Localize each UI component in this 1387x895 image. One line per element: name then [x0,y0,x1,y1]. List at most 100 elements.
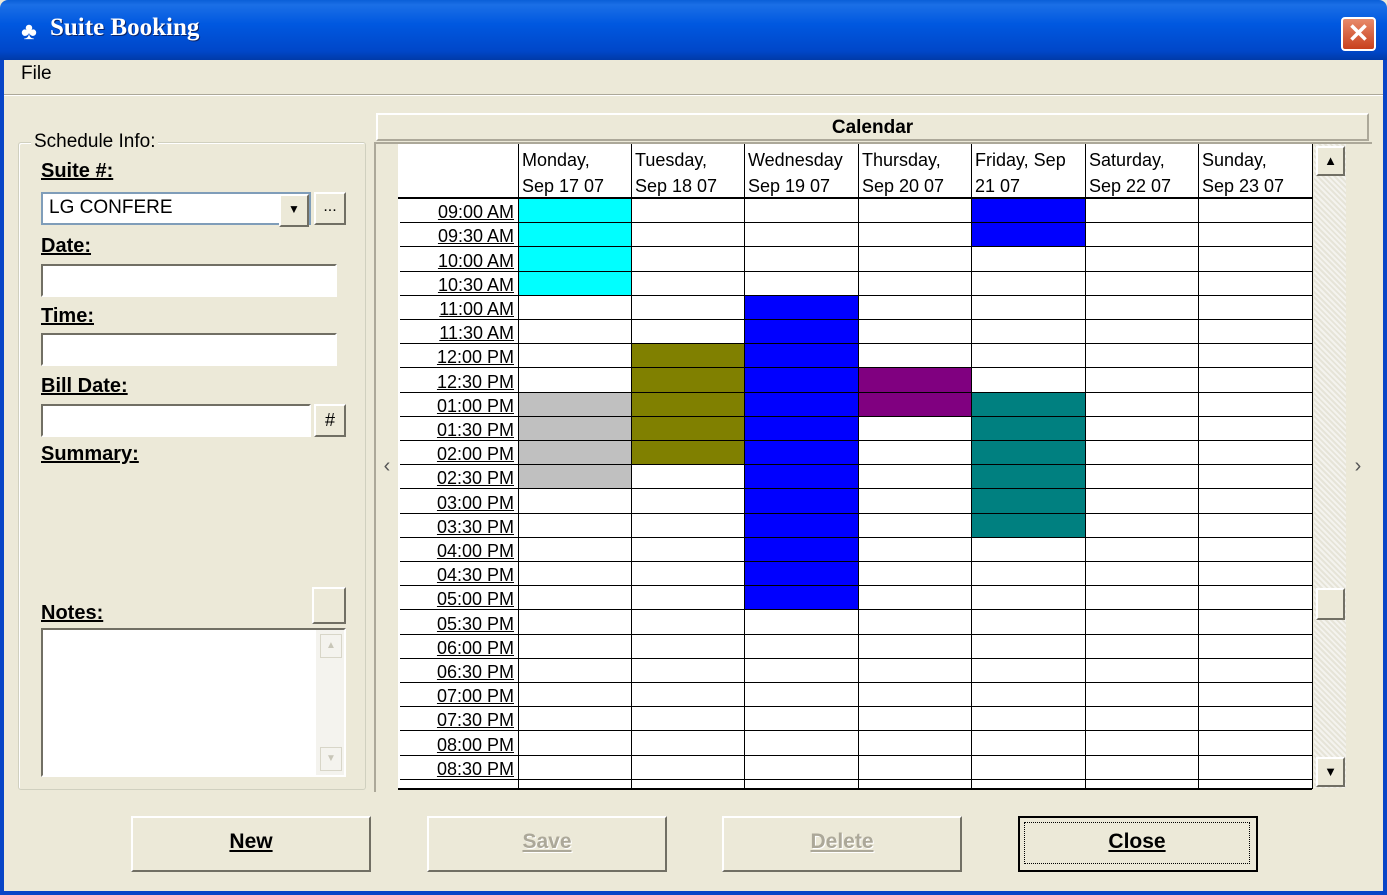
notes-label: Notes: [41,602,104,624]
notes-scrollbar[interactable]: ▲ ▼ [316,630,344,775]
day-header[interactable]: Thursday, Sep 20 07 [858,147,975,199]
time-tick-line [400,222,518,224]
title-bar [0,0,1387,60]
suite-select[interactable]: LG CONFERE ▼ [41,192,311,227]
time-slot-label: 11:00 AM [439,299,514,319]
grid-column-line [1085,144,1086,789]
time-slot-label: 07:00 PM [436,686,514,707]
grid-row-line [518,633,1312,635]
close-button[interactable]: Close [1018,816,1258,872]
time-tick-line [400,778,518,780]
save-button[interactable]: Save [427,816,667,872]
suite-browse-button[interactable]: ... [314,192,346,225]
calendar-scroll-left-icon[interactable]: ‹ [376,144,398,788]
time-field[interactable] [41,333,337,366]
notes-options-button[interactable] [312,587,346,624]
time-slot-label: 05:30 PM [436,613,514,634]
grid-column-line [858,144,859,789]
booking-block[interactable] [971,199,1085,248]
scrollbar-thumb[interactable] [1316,588,1345,620]
grid-row-line [518,488,1312,490]
schedule-info-title: Schedule Info: [31,131,159,153]
day-header[interactable]: Tuesday, Sep 18 07 [631,147,748,199]
menu-file[interactable]: File [21,62,52,86]
booking-block[interactable] [518,199,631,296]
time-tick-line [400,343,518,345]
bill-date-label: Bill Date: [41,375,128,397]
grid-row-line [518,561,1312,562]
time-tick-line [400,730,518,732]
scroll-down-icon[interactable]: ▼ [1316,757,1345,787]
save-button-label: Save [522,830,572,853]
time-tick-line [400,270,518,272]
day-header[interactable]: Friday, Sep 21 07 [971,147,1089,199]
grid-row-line [518,778,1312,780]
grid-row-line [518,343,1312,345]
day-header[interactable]: Saturday, Sep 22 07 [1085,147,1202,199]
time-slot-label: 11:30 AM [439,323,514,344]
grid-row-line [518,440,1312,441]
delete-button[interactable]: Delete [722,816,962,872]
app-icon: ♣ [21,18,37,45]
window-close-button[interactable]: ✕ [1341,17,1376,51]
time-tick-line [400,512,518,514]
time-tick-line [400,488,518,490]
notes-scroll-down-icon[interactable]: ▼ [320,747,342,771]
bill-date-picker-button[interactable]: # [314,404,346,437]
grid-row-line [518,657,1312,659]
time-slot-label: 07:30 PM [436,710,514,731]
day-header[interactable]: Wednesday Sep 19 07 [744,147,862,199]
time-slot-label: 10:00 AM [437,250,514,271]
new-button[interactable]: New [131,816,371,872]
grid-row-line [518,319,1312,320]
time-slot-label: 01:00 PM [436,395,514,416]
time-tick-line [400,391,518,393]
day-header[interactable]: Sunday, Sep 23 07 [1198,147,1316,199]
date-field[interactable] [41,264,337,297]
calendar-scrollbar[interactable] [1314,144,1346,788]
scroll-up-icon[interactable]: ▲ [1316,146,1345,176]
time-slot-label: 06:30 PM [436,662,514,682]
suite-select-value: LG CONFERE [49,197,173,218]
time-tick-line [400,706,518,708]
time-slot-label: 08:30 PM [436,758,514,779]
window-title: Suite Booking [50,14,200,41]
grid-column-line [1312,144,1313,789]
grid-row-line [518,391,1312,393]
grid-row-line [518,536,1312,538]
time-slot-label: 03:30 PM [436,516,514,537]
grid-column-line [744,144,745,789]
time-slot-label: 12:30 PM [436,371,514,392]
date-label: Date: [41,235,92,257]
notes-textarea[interactable]: ▲ ▼ [41,628,346,777]
bill-date-field[interactable] [41,404,311,437]
suite-label: Suite #: [41,160,114,182]
time-slot-label: 01:30 PM [436,420,514,440]
grid-row-line [518,754,1312,756]
booking-block[interactable] [631,344,744,466]
delete-button-label: Delete [810,830,874,853]
grid-row-line [518,246,1312,248]
day-header[interactable]: Monday, Sep 17 07 [518,147,635,199]
chevron-down-icon[interactable]: ▼ [279,194,309,227]
grid-row-line [518,706,1312,708]
time-slot-label: 09:30 AM [437,226,514,247]
grid-row-line [518,270,1312,272]
time-slot-label: 04:00 PM [436,541,514,561]
calendar-scroll-right-icon[interactable]: › [1346,144,1370,788]
grid-column-line [518,144,519,789]
time-tick-line [400,464,518,466]
window-frame-bottom [0,891,1387,895]
time-slot-label: 10:30 AM [437,274,514,295]
time-slot-label: 12:00 PM [436,347,514,368]
time-tick-line [400,294,518,296]
grid-row-line [518,222,1312,224]
time-tick-line [400,633,518,635]
booking-block[interactable] [971,392,1085,538]
notes-scroll-up-icon[interactable]: ▲ [320,634,342,658]
window-frame-left [0,60,4,895]
grid-row-line [518,512,1312,514]
menu-separator [4,94,1383,96]
time-tick-line [400,536,518,538]
calendar-header: Calendar [376,113,1369,141]
